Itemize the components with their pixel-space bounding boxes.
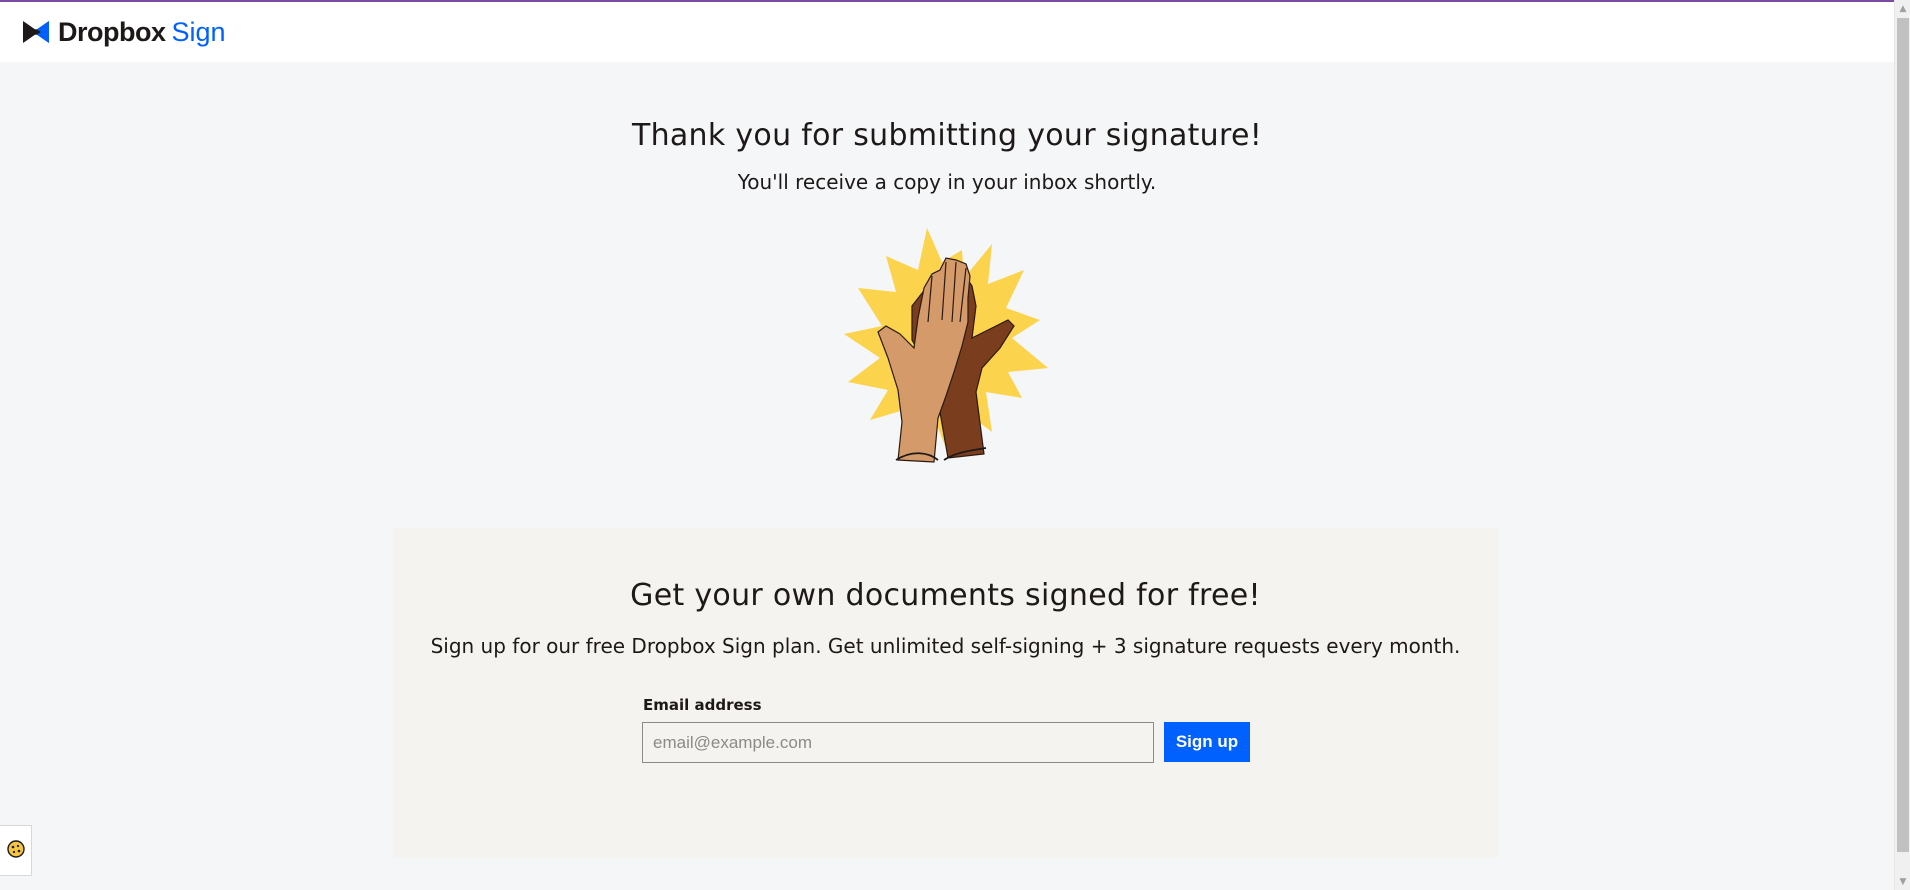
signup-button[interactable]: Sign up [1164, 722, 1250, 762]
page-title: Thank you for submitting your signature! [631, 118, 1263, 153]
page-subtitle: You'll receive a copy in your inbox shor… [737, 170, 1157, 194]
email-field[interactable] [642, 722, 1154, 763]
scrollbar-thumb[interactable] [1897, 18, 1909, 852]
promo-description: Sign up for our free Dropbox Sign plan. … [430, 634, 1461, 658]
logo-brand-text: Dropbox [58, 16, 166, 47]
cookie-settings-button[interactable] [0, 825, 32, 876]
promo-title: Get your own documents signed for free! [630, 578, 1261, 613]
dropbox-logo-icon [22, 20, 50, 44]
cookie-icon [6, 839, 26, 863]
dropbox-sign-logo[interactable]: Dropbox Sign [22, 17, 226, 48]
logo-product-text: Sign [171, 16, 226, 47]
scroll-up-arrow-icon[interactable]: ▲ [1895, 0, 1910, 17]
high-five-illustration [842, 222, 1052, 480]
scroll-down-arrow-icon[interactable]: ▼ [1895, 873, 1910, 890]
vertical-scrollbar[interactable]: ▲ ▼ [1894, 0, 1910, 890]
signup-promo-section: Get your own documents signed for free! … [393, 528, 1498, 858]
site-header: Dropbox Sign [0, 2, 1894, 62]
email-label: Email address [643, 696, 762, 714]
